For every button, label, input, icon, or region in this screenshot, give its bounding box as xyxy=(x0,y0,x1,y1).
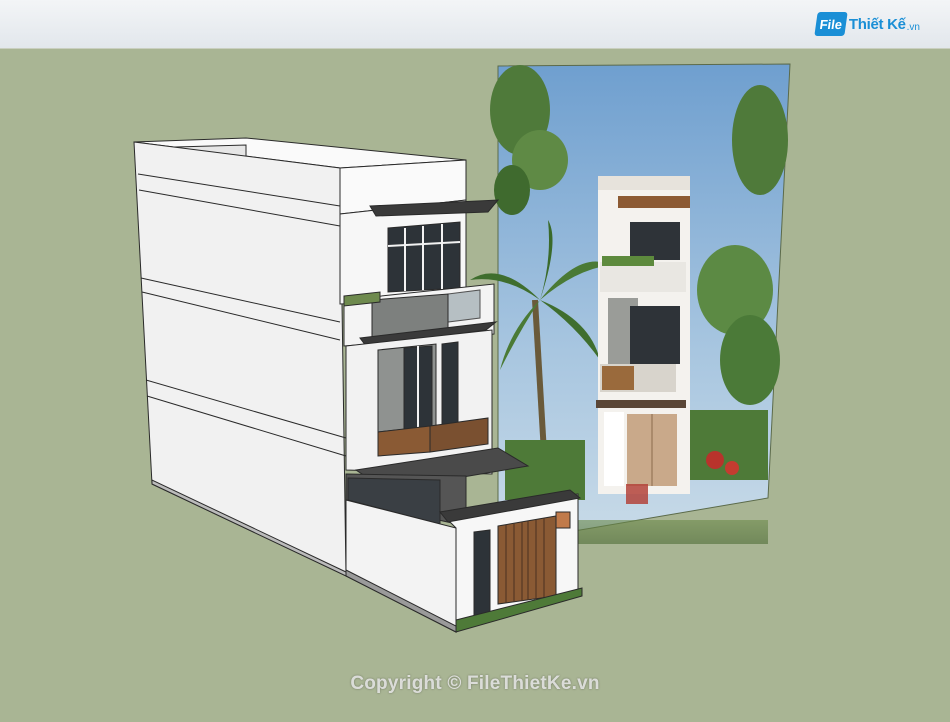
viewport-scene xyxy=(133,63,791,633)
copyright-watermark: Copyright © FileThietKe.vn xyxy=(350,673,600,694)
rendered-house xyxy=(596,176,690,504)
render-reference-image xyxy=(470,63,791,545)
